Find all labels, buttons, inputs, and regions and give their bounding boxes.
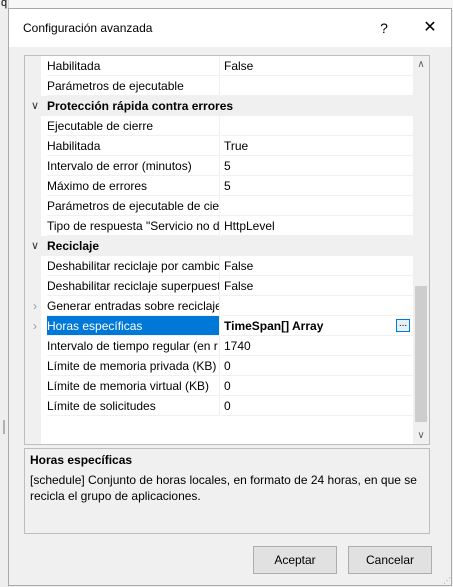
cancel-button[interactable]: Cancelar bbox=[348, 546, 432, 574]
property-value[interactable]: False bbox=[221, 256, 414, 276]
column-divider bbox=[219, 376, 220, 396]
column-divider bbox=[219, 316, 220, 336]
category-row[interactable]: ∨ Reciclaje bbox=[25, 236, 414, 256]
column-divider bbox=[219, 176, 220, 196]
property-value[interactable]: 0 bbox=[221, 396, 414, 416]
property-name[interactable]: Límite de solicitudes bbox=[47, 396, 219, 416]
background-scroll-mark bbox=[3, 420, 5, 434]
property-row[interactable]: Tipo de respuesta "Servicio no d HttpLeve… bbox=[25, 216, 414, 236]
column-divider bbox=[219, 156, 220, 176]
background-letter: q bbox=[1, 0, 8, 9]
scroll-up-button[interactable]: ∧ bbox=[413, 56, 429, 73]
property-grid: Habilitada False Parámetros de ejecutable ∨… bbox=[24, 55, 430, 445]
category-label: Reciclaje bbox=[47, 239, 100, 253]
property-row[interactable]: Parámetros de ejecutable bbox=[25, 76, 414, 96]
property-name[interactable]: Habilitada bbox=[47, 136, 219, 156]
property-name[interactable]: Parámetros de ejecutable bbox=[47, 76, 219, 96]
dialog-title: Configuración avanzada bbox=[23, 21, 153, 35]
property-name[interactable]: Límite de memoria virtual (KB) bbox=[47, 376, 219, 396]
property-name[interactable]: Parámetros de ejecutable de cier bbox=[47, 196, 219, 216]
property-row[interactable]: Máximo de errores 5 bbox=[25, 176, 414, 196]
description-text: [schedule] Conjunto de horas locales, en… bbox=[30, 473, 417, 503]
vertical-scrollbar[interactable]: ∧ ∨ bbox=[413, 56, 429, 444]
property-name[interactable]: Intervalo de tiempo regular (en r bbox=[47, 336, 219, 356]
property-value[interactable]: HttpLevel bbox=[221, 216, 414, 236]
column-divider bbox=[219, 116, 220, 136]
property-row[interactable]: Límite de memoria privada (KB) 0 bbox=[25, 356, 414, 376]
close-button[interactable]: ✕ bbox=[413, 15, 447, 41]
help-button[interactable]: ? bbox=[369, 15, 399, 41]
resize-grip[interactable]: ⋰ bbox=[443, 577, 451, 585]
column-divider bbox=[219, 256, 220, 276]
property-value[interactable] bbox=[221, 76, 414, 96]
property-value[interactable] bbox=[221, 116, 414, 136]
property-row[interactable]: Deshabilitar reciclaje superpuest False bbox=[25, 276, 414, 296]
column-divider bbox=[219, 76, 220, 96]
property-row[interactable]: Deshabilitar reciclaje por cambic False bbox=[25, 256, 414, 276]
property-row[interactable]: Habilitada False bbox=[25, 56, 414, 76]
property-row[interactable]: Límite de solicitudes 0 bbox=[25, 396, 414, 416]
property-name[interactable]: Máximo de errores bbox=[47, 176, 219, 196]
chevron-right-icon[interactable]: › bbox=[28, 316, 42, 336]
title-bar: Configuración avanzada ? ✕ bbox=[9, 9, 451, 47]
property-value[interactable]: TimeSpan[] Array bbox=[221, 316, 414, 336]
chevron-down-icon[interactable]: ∨ bbox=[28, 96, 42, 116]
property-name[interactable]: Límite de memoria privada (KB) bbox=[47, 356, 219, 376]
ellipsis-button[interactable]: ... bbox=[396, 319, 410, 332]
property-row[interactable]: Habilitada True bbox=[25, 136, 414, 156]
property-row[interactable]: Intervalo de error (minutos) 5 bbox=[25, 156, 414, 176]
column-divider bbox=[219, 296, 220, 316]
property-value[interactable]: 5 bbox=[221, 156, 414, 176]
description-panel: Horas específicas [schedule] Conjunto de… bbox=[24, 448, 430, 534]
property-value[interactable]: False bbox=[221, 276, 414, 296]
chevron-right-icon[interactable]: › bbox=[28, 296, 42, 316]
property-value[interactable] bbox=[221, 196, 414, 216]
property-value[interactable]: 5 bbox=[221, 176, 414, 196]
scroll-down-button[interactable]: ∨ bbox=[413, 427, 429, 444]
property-name[interactable]: Deshabilitar reciclaje superpuest bbox=[47, 276, 219, 296]
chevron-down-icon[interactable]: ∨ bbox=[28, 236, 42, 256]
column-divider bbox=[219, 196, 220, 216]
property-name[interactable]: Intervalo de error (minutos) bbox=[47, 156, 219, 176]
property-row[interactable]: › Horas específicas TimeSpan[] Array... bbox=[25, 316, 414, 336]
property-name[interactable]: Habilitada bbox=[47, 56, 219, 76]
property-row[interactable]: Parámetros de ejecutable de cier bbox=[25, 196, 414, 216]
column-divider bbox=[219, 136, 220, 156]
property-value[interactable]: 0 bbox=[221, 356, 414, 376]
column-divider bbox=[219, 396, 220, 416]
scroll-thumb[interactable] bbox=[415, 286, 427, 422]
property-row[interactable]: Intervalo de tiempo regular (en r 1740 bbox=[25, 336, 414, 356]
accept-button[interactable]: Aceptar bbox=[253, 546, 337, 574]
property-value[interactable]: True bbox=[221, 136, 414, 156]
property-value[interactable]: 0 bbox=[221, 376, 414, 396]
property-row[interactable]: Ejecutable de cierre bbox=[25, 116, 414, 136]
property-value[interactable] bbox=[221, 296, 414, 316]
category-row[interactable]: ∨ Protección rápida contra errores bbox=[25, 96, 414, 116]
property-row[interactable]: › Generar entradas sobre reciclaje bbox=[25, 296, 414, 316]
property-name[interactable]: Horas específicas bbox=[47, 316, 219, 336]
property-name[interactable]: Generar entradas sobre reciclaje bbox=[47, 296, 219, 316]
property-name[interactable]: Deshabilitar reciclaje por cambic bbox=[47, 256, 219, 276]
background-window bbox=[0, 0, 453, 8]
category-label: Protección rápida contra errores bbox=[47, 99, 234, 113]
description-title: Horas específicas bbox=[30, 453, 133, 467]
property-row[interactable]: Límite de memoria virtual (KB) 0 bbox=[25, 376, 414, 396]
column-divider bbox=[219, 276, 220, 296]
property-rows: Habilitada False Parámetros de ejecutable ∨… bbox=[25, 56, 414, 416]
property-name[interactable]: Tipo de respuesta "Servicio no d bbox=[47, 216, 219, 236]
property-value[interactable]: False bbox=[221, 56, 414, 76]
property-value[interactable]: 1740 bbox=[221, 336, 414, 356]
column-divider bbox=[219, 216, 220, 236]
column-divider bbox=[219, 356, 220, 376]
property-name[interactable]: Ejecutable de cierre bbox=[47, 116, 219, 136]
column-divider bbox=[219, 56, 220, 76]
column-divider bbox=[219, 336, 220, 356]
